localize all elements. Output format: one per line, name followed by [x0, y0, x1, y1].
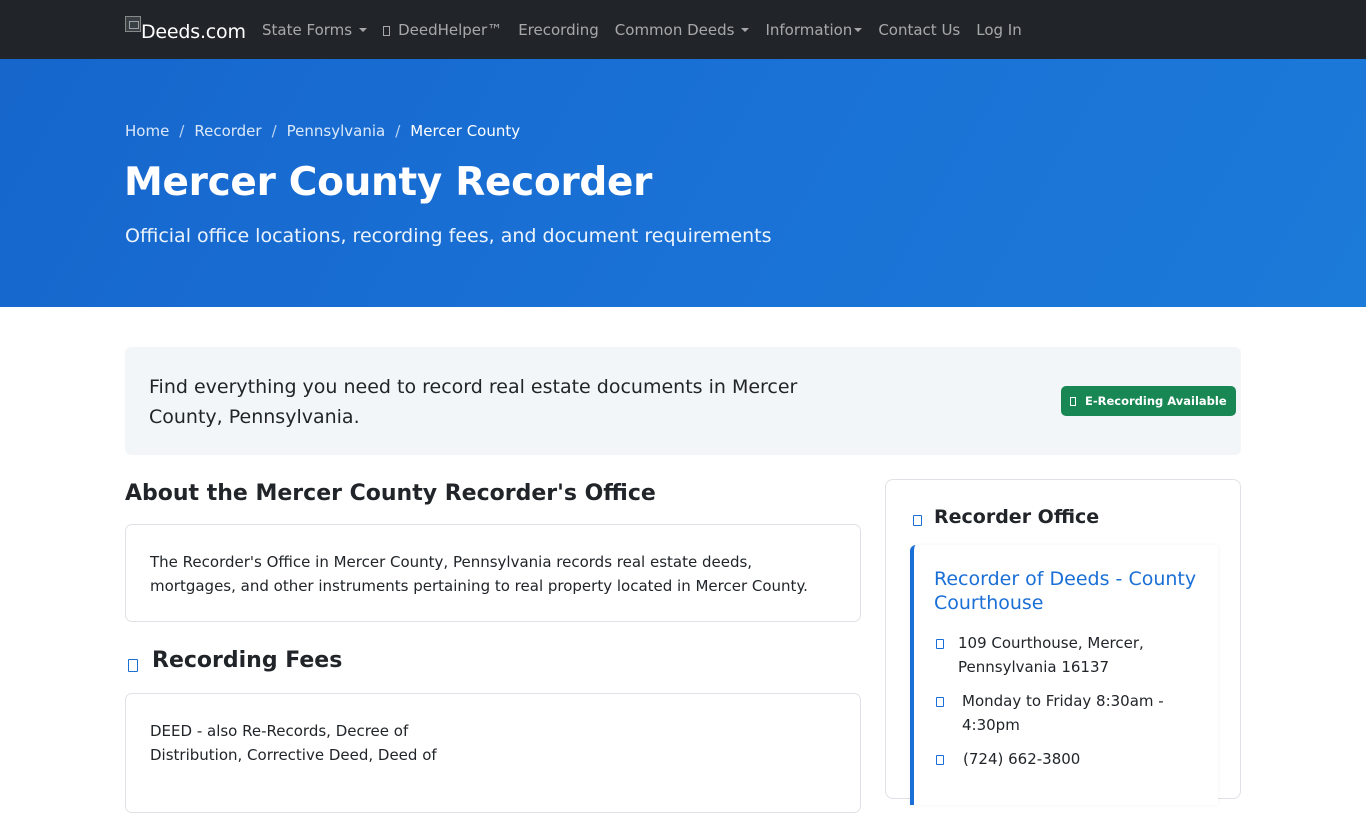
phone-icon — [936, 755, 944, 765]
intro-banner: Find everything you need to record real … — [125, 347, 1241, 455]
sparkle-icon — [383, 25, 391, 36]
fees-text-line: Distribution, Corrective Deed, Deed of — [150, 746, 437, 764]
office-hours-row: Monday to Friday 8:30am - 4:30pm — [936, 689, 1176, 737]
breadcrumb-separator: / — [395, 122, 401, 140]
nav-label: Common Deeds — [614, 20, 735, 39]
erecording-badge: E-Recording Available — [1061, 386, 1236, 416]
broken-image-icon — [125, 16, 141, 32]
recorder-office-card: Recorder Office Recorder of Deeds - Coun… — [885, 479, 1241, 805]
fees-text-line: DEED - also Re-Records, Decree of — [150, 722, 409, 740]
nav-label: Erecording — [518, 20, 599, 39]
about-card: The Recorder's Office in Mercer County, … — [125, 524, 861, 622]
breadcrumb-recorder[interactable]: Recorder — [194, 122, 261, 140]
nav-label: DeedHelper™ — [398, 20, 503, 39]
nav-contact-us[interactable]: Contact Us — [878, 21, 960, 39]
breadcrumb-current: Mercer County — [410, 122, 521, 140]
nav-label: State Forms — [262, 20, 353, 39]
office-address: 109 Courthouse, Mercer, Pennsylvania 161… — [958, 634, 1144, 676]
fees-heading: Recording Fees — [152, 648, 343, 673]
about-heading: About the Mercer County Recorder's Offic… — [125, 481, 656, 506]
chevron-down-icon — [854, 27, 863, 32]
building-icon — [913, 515, 922, 526]
nav-deedhelper[interactable]: DeedHelper™ — [383, 21, 502, 39]
nav-log-in[interactable]: Log In — [976, 21, 1022, 39]
sidebar-title: Recorder Office — [934, 506, 1100, 528]
nav-erecording[interactable]: Erecording — [518, 21, 599, 39]
chevron-down-icon — [741, 27, 750, 32]
fees-card: DEED - also Re-Records, Decree of Distri… — [125, 693, 861, 813]
office-address-row: 109 Courthouse, Mercer, Pennsylvania 161… — [936, 631, 1176, 679]
about-text: The Recorder's Office in Mercer County, … — [150, 553, 808, 595]
office-hours: Monday to Friday 8:30am - 4:30pm — [962, 692, 1164, 734]
chevron-down-icon — [359, 27, 368, 32]
breadcrumb-separator: / — [179, 122, 185, 140]
fees-heading-row: Recording Fees — [128, 648, 342, 673]
check-icon — [1070, 396, 1076, 406]
page-subtitle: Official office locations, recording fee… — [125, 225, 772, 247]
nav-label: Log In — [976, 20, 1022, 39]
intro-text: Find everything you need to record real … — [149, 376, 798, 428]
office-phone-row: (724) 662-3800 — [936, 747, 1176, 771]
page-title: Mercer County Recorder — [124, 160, 653, 205]
badge-label: E-Recording Available — [1085, 394, 1227, 408]
nav-label: Information — [765, 20, 853, 39]
breadcrumb-separator: / — [271, 122, 277, 140]
brand-alt-text: Deeds.com — [141, 21, 246, 43]
brand-logo-link[interactable]: Deeds.com — [125, 16, 246, 43]
office-entry: Recorder of Deeds - County Courthouse 10… — [910, 545, 1218, 805]
office-name: Recorder of Deeds - County Courthouse — [934, 568, 1197, 614]
nav-state-forms[interactable]: State Forms — [262, 20, 368, 39]
main-nav: State Forms DeedHelper™ Erecording Commo… — [262, 0, 1038, 59]
sidebar-title-row: Recorder Office — [913, 506, 1099, 528]
clock-icon — [936, 697, 944, 707]
breadcrumb-home[interactable]: Home — [125, 122, 169, 140]
map-marker-icon — [936, 639, 944, 649]
dollar-icon — [128, 658, 138, 672]
breadcrumb-pennsylvania[interactable]: Pennsylvania — [287, 122, 386, 140]
nav-common-deeds[interactable]: Common Deeds — [615, 21, 750, 39]
office-phone[interactable]: (724) 662-3800 — [963, 747, 1080, 771]
breadcrumb: Home / Recorder / Pennsylvania / Mercer … — [125, 122, 520, 140]
nav-label: Contact Us — [878, 20, 961, 39]
hero-banner: Home / Recorder / Pennsylvania / Mercer … — [0, 59, 1366, 307]
nav-information[interactable]: Information — [765, 20, 863, 39]
top-navbar: Deeds.com State Forms DeedHelper™ Erecor… — [0, 0, 1366, 59]
